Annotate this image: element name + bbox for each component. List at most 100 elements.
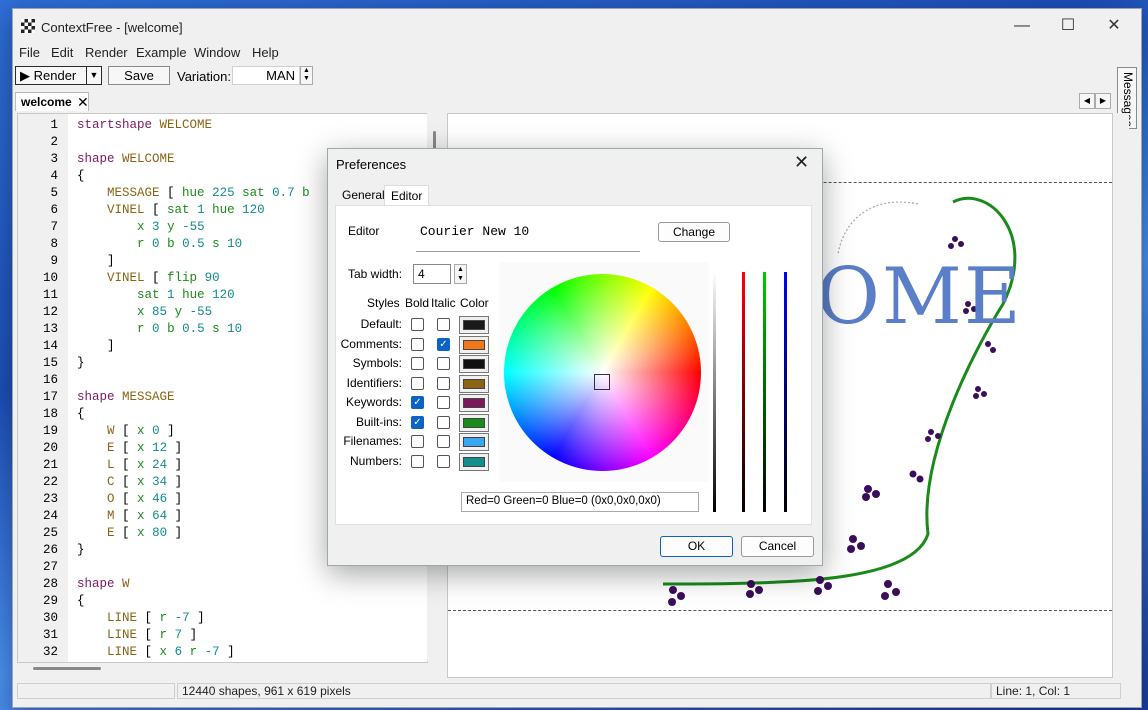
bold-checkbox[interactable]: [411, 337, 424, 351]
color-swatch: [463, 398, 485, 408]
color-swatch-button[interactable]: [459, 433, 489, 451]
line-number: 30: [42, 611, 58, 625]
code-text: sat 1 hue 120: [137, 288, 235, 302]
italic-checkbox[interactable]: [437, 318, 450, 331]
line-number: 8: [50, 237, 58, 251]
variation-stepper[interactable]: ▲ ▼: [300, 66, 313, 85]
bold-header: Bold: [405, 296, 430, 310]
color-picker[interactable]: [499, 262, 709, 482]
line-number: 16: [42, 373, 58, 387]
color-swatch: [463, 378, 485, 389]
render-button[interactable]: ▶ Render ▼: [15, 66, 102, 85]
line-number: 15: [42, 356, 58, 370]
cancel-button[interactable]: Cancel: [741, 536, 814, 557]
tab-width-input[interactable]: 4: [413, 264, 451, 284]
code-text: LINE [ r -7 ]: [107, 611, 205, 625]
code-text: LINE [ r 7 ]: [107, 628, 198, 642]
italic-checkbox[interactable]: [437, 435, 450, 448]
status-shapes: 12440 shapes, 961 x 619 pixels: [177, 683, 991, 699]
code-text: {: [77, 169, 85, 183]
window-title: ContextFree - [welcome]: [41, 20, 183, 35]
line-number: 4: [50, 169, 58, 183]
style-label: Numbers:: [349, 453, 402, 468]
close-tab-icon[interactable]: ✕: [77, 94, 89, 111]
color-swatch: [463, 359, 485, 369]
menu-file[interactable]: File: [19, 45, 40, 60]
bold-checkbox[interactable]: [411, 454, 424, 468]
code-text: r 0 b 0.5 s 10: [137, 322, 243, 336]
bold-checkbox[interactable]: [411, 318, 424, 331]
italic-checkbox[interactable]: [437, 376, 450, 390]
save-button[interactable]: Save: [108, 66, 170, 85]
tab-width-label: Tab width:: [348, 267, 403, 281]
color-swatch-button[interactable]: [459, 394, 489, 412]
bold-checkbox[interactable]: [411, 376, 424, 390]
menu-render[interactable]: Render: [85, 45, 128, 60]
menu-window[interactable]: Window: [194, 45, 240, 60]
code-text: L [ x 24 ]: [107, 458, 183, 472]
tab-general[interactable]: General: [336, 185, 391, 205]
color-swatch-button[interactable]: [459, 413, 489, 432]
italic-checkbox[interactable]: [437, 415, 450, 429]
color-swatch: [463, 456, 485, 467]
render-vertical-scrollbar[interactable]: [1114, 113, 1129, 676]
color-wheel-cursor[interactable]: [594, 374, 610, 390]
chevron-right-icon[interactable]: ▶: [1095, 93, 1111, 109]
italic-checkbox[interactable]: ✓: [437, 337, 450, 351]
menu-example[interactable]: Example: [136, 45, 187, 60]
bold-checkbox[interactable]: ✓: [411, 415, 424, 429]
line-number: 11: [42, 288, 58, 302]
bold-checkbox[interactable]: ✓: [411, 396, 424, 409]
tab-width-stepper[interactable]: ▲ ▼: [454, 264, 467, 284]
menu-help[interactable]: Help: [252, 45, 279, 60]
maximize-icon[interactable]: ☐: [1045, 9, 1091, 43]
color-swatch-button[interactable]: [459, 316, 489, 334]
editor-font-field: Courier New 10: [416, 220, 640, 252]
brightness-slider[interactable]: [713, 272, 716, 512]
change-font-button[interactable]: Change: [658, 222, 730, 242]
code-text: O [ x 46 ]: [107, 492, 183, 506]
italic-checkbox[interactable]: [437, 357, 450, 370]
render-button-label: Render: [33, 68, 77, 83]
code-text: VINEL [ flip 90: [107, 271, 220, 285]
line-number: 29: [42, 594, 58, 608]
chevron-left-icon[interactable]: ◀: [1079, 93, 1095, 109]
color-swatch-button[interactable]: [459, 374, 489, 393]
tab-welcome[interactable]: welcome ✕: [15, 92, 89, 111]
menu-edit[interactable]: Edit: [51, 45, 73, 60]
bold-checkbox[interactable]: [411, 435, 424, 448]
color-swatch: [463, 437, 485, 447]
italic-checkbox[interactable]: [437, 396, 450, 409]
color-swatch: [463, 417, 485, 428]
close-window-icon[interactable]: ✕: [1091, 9, 1137, 43]
blue-slider[interactable]: [784, 272, 787, 512]
line-number: 12: [42, 305, 58, 319]
tab-editor[interactable]: Editor: [384, 185, 430, 206]
italic-checkbox[interactable]: [437, 454, 450, 468]
code-text: startshape WELCOME: [77, 118, 213, 132]
code-text: r 0 b 0.5 s 10: [137, 237, 243, 251]
editor-horizontal-scrollbar[interactable]: [33, 667, 101, 670]
line-number: 3: [50, 152, 58, 166]
chevron-down-icon[interactable]: ▼: [86, 67, 101, 84]
variation-input[interactable]: MAN: [232, 66, 300, 85]
red-slider[interactable]: [742, 272, 745, 512]
color-wheel[interactable]: [504, 274, 701, 471]
ok-button[interactable]: OK: [660, 536, 733, 557]
color-swatch-button[interactable]: [459, 335, 489, 354]
code-text: E [ x 80 ]: [107, 526, 183, 540]
minimize-icon[interactable]: —: [999, 9, 1045, 43]
code-text: {: [77, 407, 85, 421]
line-number: 21: [42, 458, 58, 472]
bold-checkbox[interactable]: [411, 357, 424, 370]
play-icon: ▶: [20, 68, 30, 83]
green-slider[interactable]: [763, 272, 766, 512]
code-text: shape MESSAGE: [77, 390, 175, 404]
close-dialog-icon[interactable]: ✕: [794, 152, 809, 173]
line-number: 22: [42, 475, 58, 489]
status-cursor-position: Line: 1, Col: 1: [991, 683, 1121, 699]
color-swatch-button[interactable]: [459, 452, 489, 471]
color-swatch-button[interactable]: [459, 355, 489, 373]
color-swatch: [463, 339, 485, 350]
tab-welcome-label: welcome: [21, 95, 72, 109]
